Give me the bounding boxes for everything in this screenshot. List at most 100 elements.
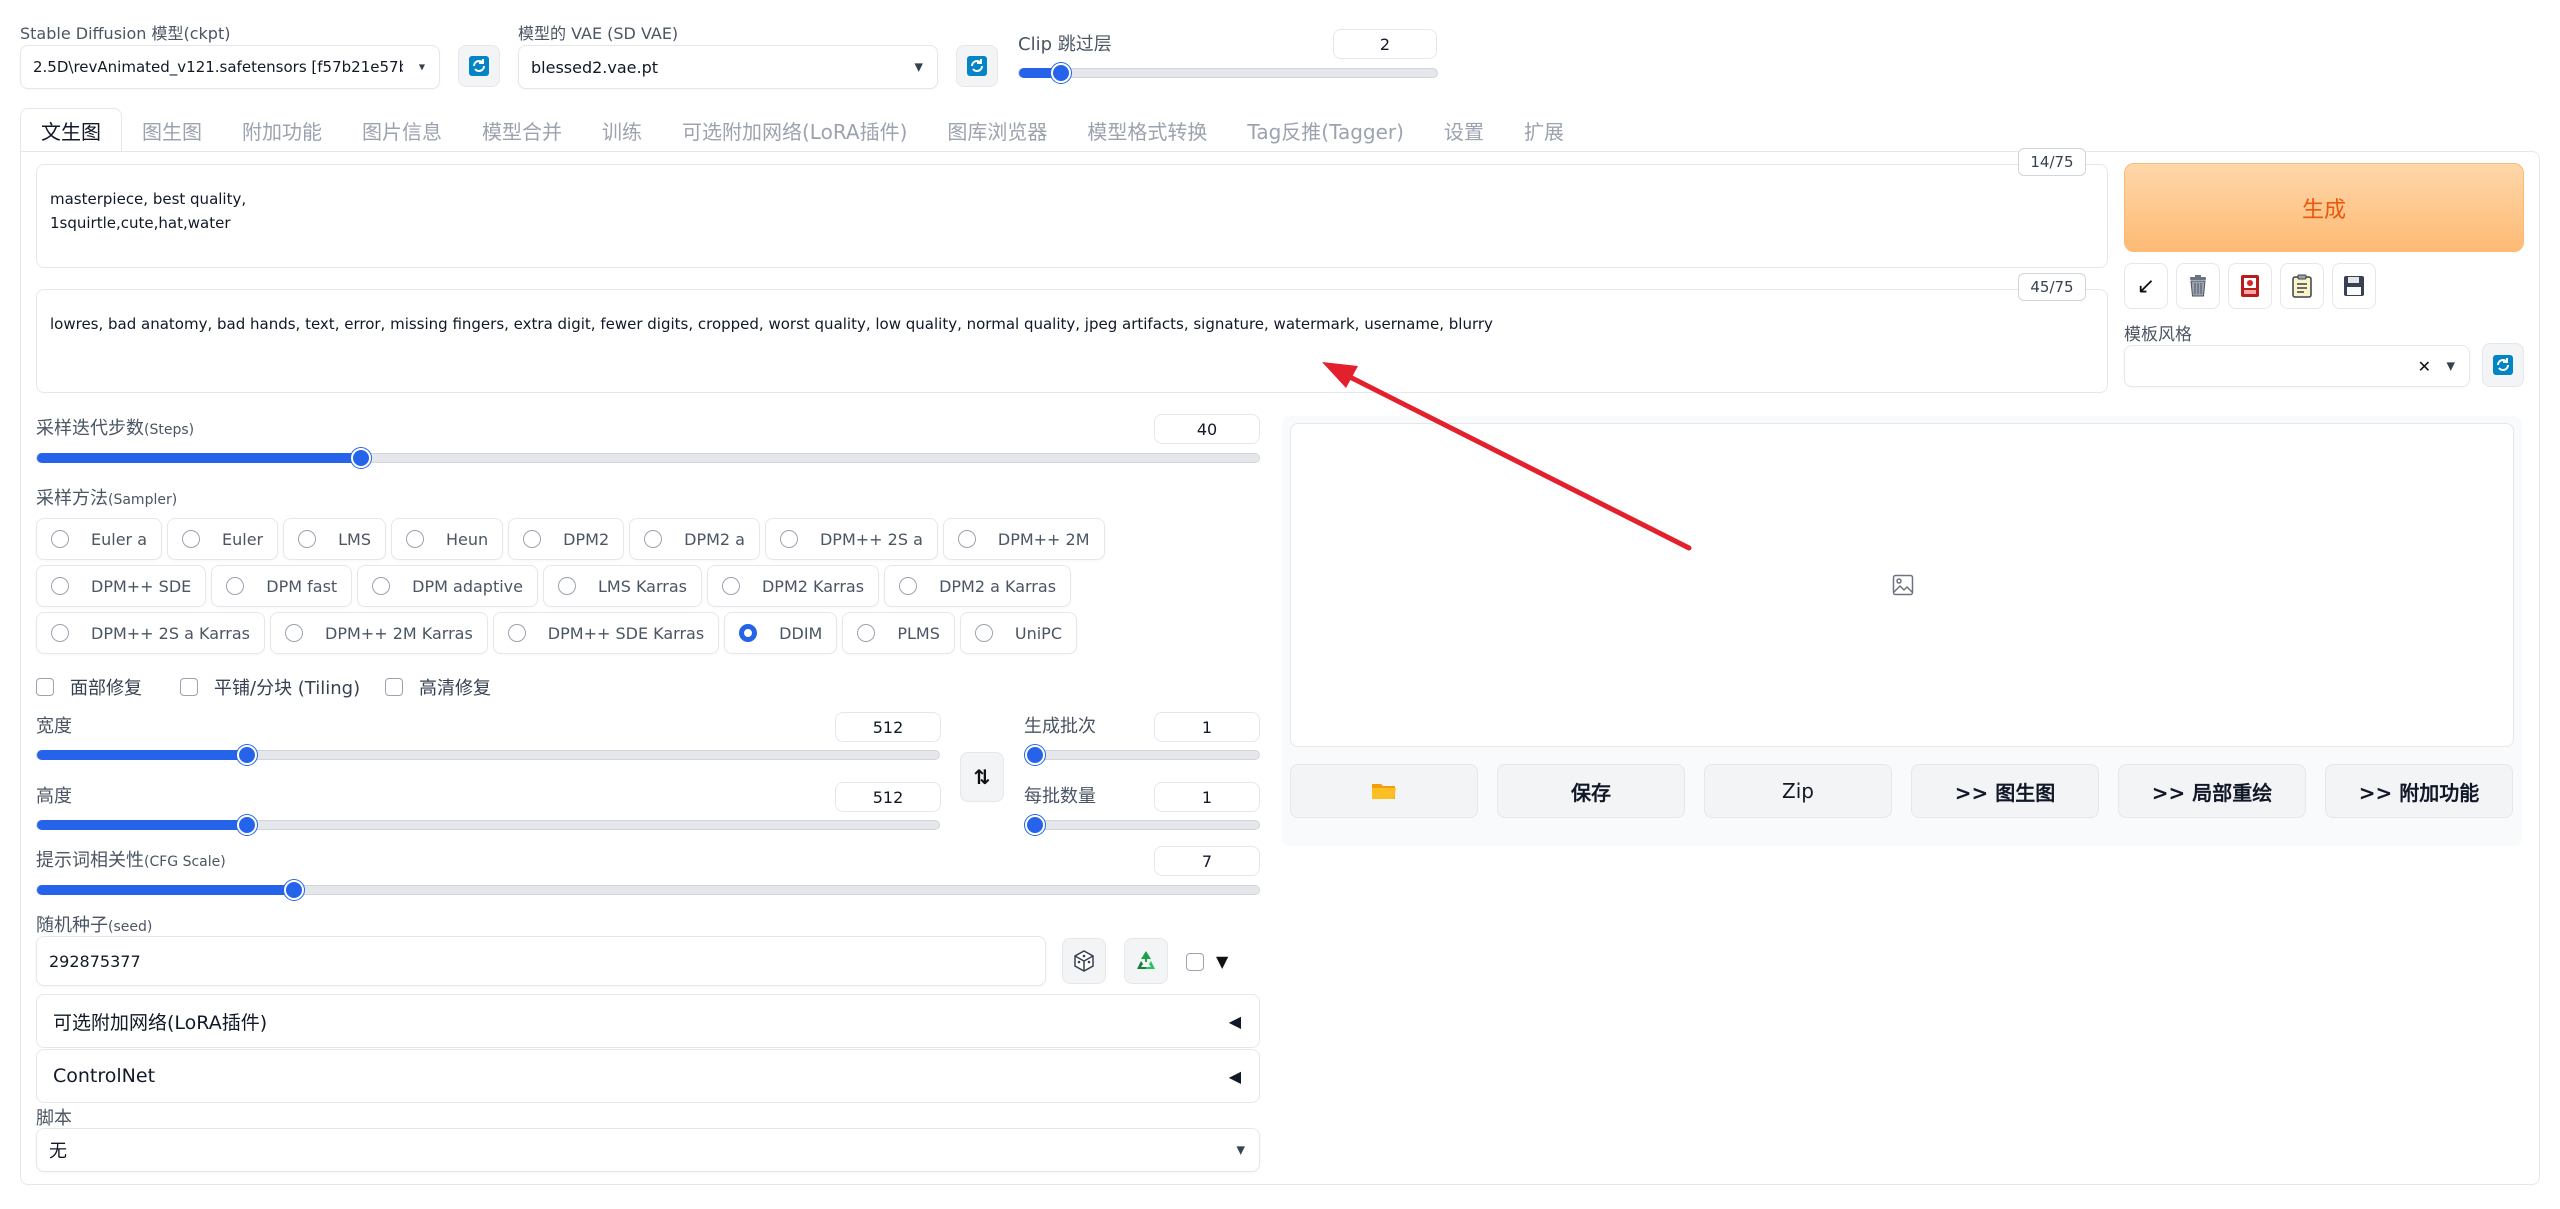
sampler-option[interactable]: DPM fast	[211, 565, 353, 607]
open-folder-button[interactable]	[1290, 764, 1478, 818]
tab-txt2img[interactable]: 文生图	[20, 108, 122, 152]
slider-thumb[interactable]	[1025, 745, 1045, 765]
send-to-img2img-button[interactable]: >> 图生图	[1911, 764, 2099, 818]
apply-style-button[interactable]	[2280, 263, 2324, 309]
radio-circle[interactable]	[51, 530, 69, 548]
sampler-option[interactable]: DPM2 Karras	[706, 565, 880, 607]
refresh-model-button[interactable]	[458, 45, 500, 87]
tab-image-browser[interactable]: 图库浏览器	[927, 108, 1067, 152]
tab-model-converter[interactable]: 模型格式转换	[1067, 108, 1227, 152]
sampler-option[interactable]: DPM adaptive	[357, 565, 538, 607]
tab-extensions[interactable]: 扩展	[1504, 108, 1584, 152]
radio-circle[interactable]	[721, 577, 740, 595]
tab-png-info[interactable]: 图片信息	[342, 108, 462, 152]
tiling-checkbox[interactable]: 平铺/分块 (Tiling)	[180, 674, 360, 700]
clip-skip-slider[interactable]	[1018, 63, 1438, 83]
sampler-option[interactable]: DPM++ 2M	[942, 518, 1105, 560]
refresh-vae-button[interactable]	[956, 45, 998, 87]
swap-dimensions-button[interactable]: ⇅	[960, 752, 1004, 802]
cfg-slider[interactable]	[36, 880, 1260, 900]
sampler-option[interactable]: DPM++ SDE Karras	[492, 612, 720, 654]
checkbox-box[interactable]	[1186, 952, 1204, 971]
clip-skip-input[interactable]: 2	[1333, 29, 1437, 59]
cfg-input[interactable]: 7	[1154, 846, 1260, 876]
sampler-option[interactable]: LMS Karras	[542, 565, 702, 607]
radio-circle[interactable]	[182, 530, 201, 548]
radio-circle[interactable]	[557, 577, 576, 595]
slider-thumb[interactable]	[350, 448, 371, 468]
sampler-option[interactable]: LMS	[283, 518, 387, 560]
seed-input[interactable]: 292875377	[36, 936, 1046, 986]
radio-circle[interactable]	[285, 624, 304, 642]
refresh-styles-button[interactable]	[2482, 343, 2524, 387]
batch-size-input[interactable]: 1	[1154, 782, 1260, 812]
steps-slider[interactable]	[36, 448, 1260, 468]
save-style-button[interactable]	[2332, 263, 2376, 309]
sampler-option[interactable]: PLMS	[842, 612, 955, 654]
script-select[interactable]: 无 ▼	[36, 1128, 1260, 1172]
sampler-option[interactable]: DPM2 a	[629, 518, 760, 560]
zip-button[interactable]: Zip	[1704, 764, 1892, 818]
model-select[interactable]: 2.5D\revAnimated_v121.safetensors [f57b2…	[20, 45, 440, 89]
radio-circle[interactable]	[523, 530, 542, 548]
tab-extras[interactable]: 附加功能	[222, 108, 342, 152]
radio-circle[interactable]	[644, 530, 663, 548]
tab-tagger[interactable]: Tag反推(Tagger)	[1227, 108, 1424, 152]
steps-input[interactable]: 40	[1154, 414, 1260, 444]
slider-thumb[interactable]	[283, 880, 304, 900]
extra-seed-checkbox[interactable]: ▼	[1186, 952, 1228, 971]
radio-circle[interactable]	[298, 530, 317, 548]
sampler-option[interactable]: DPM++ 2S a	[764, 518, 938, 560]
radio-circle[interactable]	[507, 624, 526, 642]
reuse-seed-button[interactable]	[1124, 938, 1168, 984]
batch-count-slider[interactable]	[1024, 745, 1260, 765]
sampler-option[interactable]: Heun	[391, 518, 504, 560]
save-button[interactable]: 保存	[1497, 764, 1685, 818]
sampler-option[interactable]: DPM++ 2S a Karras	[36, 612, 266, 654]
style-select[interactable]: ✕ ▼	[2124, 345, 2470, 387]
tab-train[interactable]: 训练	[582, 108, 662, 152]
height-slider[interactable]	[36, 815, 940, 835]
checkbox-box[interactable]	[180, 678, 198, 696]
clear-prompt-button[interactable]	[2176, 263, 2220, 309]
radio-circle[interactable]	[226, 577, 245, 595]
send-to-extras-button[interactable]: >> 附加功能	[2325, 764, 2513, 818]
sampler-option[interactable]: Euler a	[36, 518, 163, 560]
radio-circle[interactable]	[51, 624, 69, 642]
tab-additional-networks[interactable]: 可选附加网络(LoRA插件)	[662, 108, 927, 152]
random-seed-button[interactable]	[1062, 938, 1106, 984]
sampler-option[interactable]: DPM2 a Karras	[884, 565, 1072, 607]
controlnet-accordion[interactable]: ControlNet ◀	[36, 1049, 1260, 1103]
vae-select[interactable]: blessed2.vae.pt ▼	[518, 45, 938, 89]
generate-button[interactable]: 生成	[2124, 163, 2524, 252]
clear-icon[interactable]: ✕	[2418, 357, 2431, 376]
positive-prompt-textarea[interactable]: masterpiece, best quality, 1squirtle,cut…	[36, 164, 2108, 268]
sampler-option[interactable]: DPM++ 2M Karras	[270, 612, 488, 654]
radio-circle[interactable]	[957, 530, 976, 548]
tab-checkpoint-merger[interactable]: 模型合并	[462, 108, 582, 152]
radio-circle[interactable]	[739, 624, 758, 642]
slider-thumb[interactable]	[1025, 815, 1045, 835]
radio-circle[interactable]	[974, 624, 993, 642]
radio-circle[interactable]	[899, 577, 918, 595]
sampler-option[interactable]: UniPC	[959, 612, 1077, 654]
read-params-button[interactable]: ↙	[2124, 263, 2168, 309]
batch-size-slider[interactable]	[1024, 815, 1260, 835]
slider-thumb[interactable]	[1050, 63, 1071, 83]
radio-circle[interactable]	[406, 530, 425, 548]
checkbox-box[interactable]	[385, 678, 403, 696]
batch-count-input[interactable]: 1	[1154, 712, 1260, 742]
width-slider[interactable]	[36, 745, 940, 765]
radio-circle[interactable]	[372, 577, 391, 595]
extra-networks-button[interactable]	[2228, 263, 2272, 309]
width-input[interactable]: 512	[835, 712, 941, 742]
sampler-option[interactable]: DDIM	[724, 612, 838, 654]
hires-fix-checkbox[interactable]: 高清修复	[385, 674, 491, 700]
tab-img2img[interactable]: 图生图	[122, 108, 222, 152]
send-to-inpaint-button[interactable]: >> 局部重绘	[2118, 764, 2306, 818]
checkbox-box[interactable]	[36, 678, 54, 696]
radio-circle[interactable]	[857, 624, 876, 642]
radio-circle[interactable]	[51, 577, 69, 595]
sampler-option[interactable]: DPM++ SDE	[36, 565, 207, 607]
sampler-option[interactable]: Euler	[167, 518, 279, 560]
